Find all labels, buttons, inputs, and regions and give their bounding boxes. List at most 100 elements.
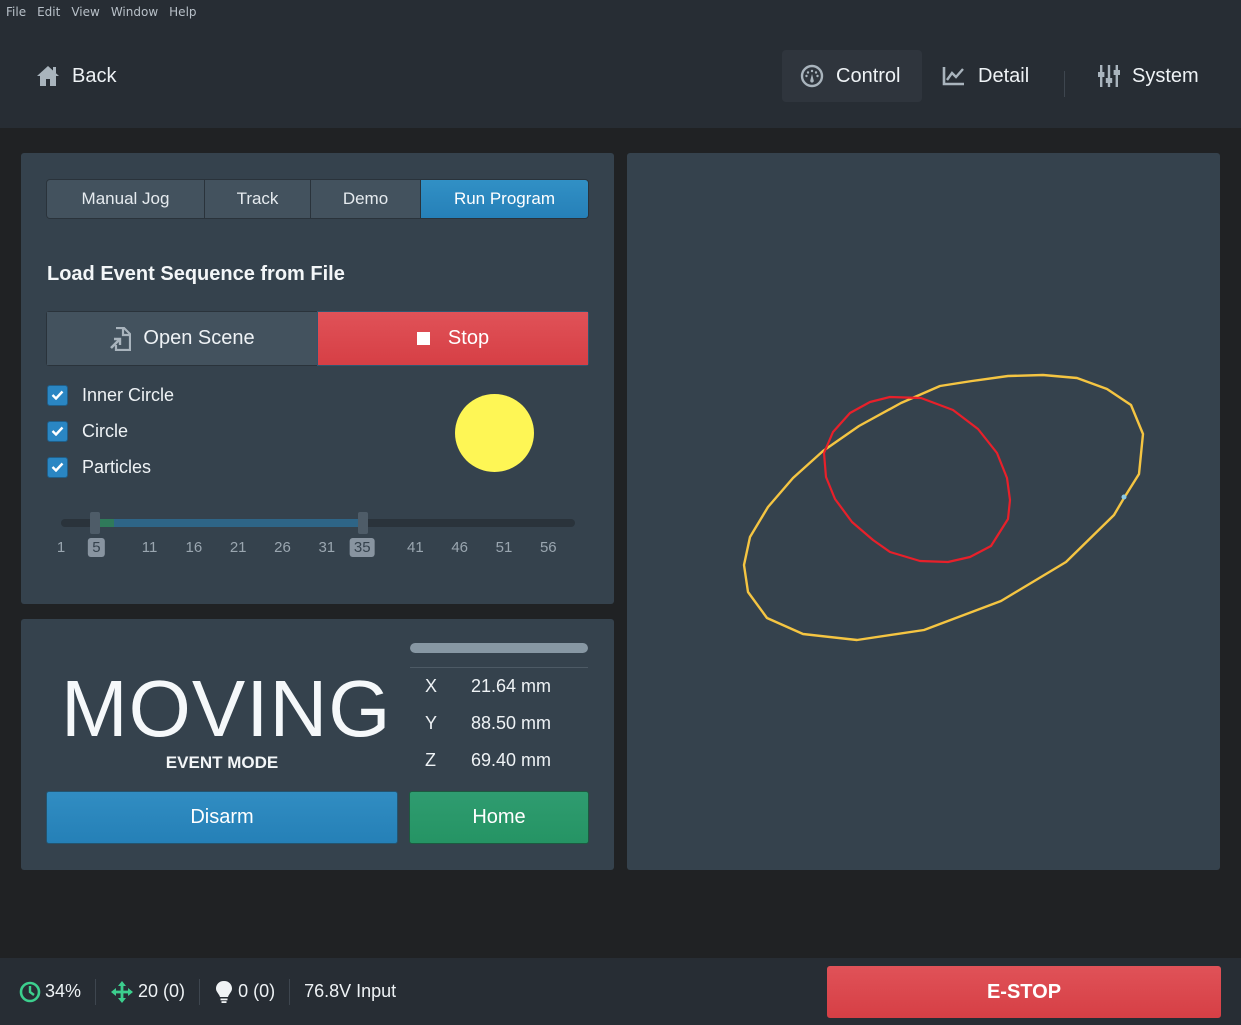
open-scene-button[interactable]: Open Scene <box>46 311 317 366</box>
menu-edit[interactable]: Edit <box>37 5 60 19</box>
nav-divider <box>1064 71 1065 97</box>
coord-row-x: X 21.64 mm <box>425 676 551 697</box>
layer-checklist: Inner Circle Circle Particles <box>47 377 174 485</box>
progress-fill <box>410 643 588 653</box>
slider-tick-label: 56 <box>539 539 557 556</box>
nav-tab-system-label: System <box>1132 64 1199 87</box>
slider-tick-label: 16 <box>185 539 203 556</box>
estop-button[interactable]: E-STOP <box>827 966 1221 1018</box>
program-panel: Manual Jog Track Demo Run Program Load E… <box>21 153 614 604</box>
circle-path <box>742 373 1145 642</box>
stop-button[interactable]: Stop <box>317 311 589 366</box>
move-arrows-icon <box>111 980 134 1003</box>
slider-tick-label: 51 <box>495 539 513 556</box>
menubar: File Edit View Window Help <box>0 0 1241 24</box>
footer-divider <box>95 978 97 1005</box>
checkmark-icon <box>51 462 64 472</box>
slider-tick-label: 11 <box>141 539 158 556</box>
stop-label: Stop <box>447 327 490 349</box>
nav-tab-control[interactable]: Control <box>782 50 922 102</box>
slider-tick-label: 1 <box>56 539 66 556</box>
coord-value: 88.50 mm <box>471 713 552 733</box>
path-viewer[interactable] <box>627 153 1220 870</box>
coord-value: 69.40 mm <box>471 750 552 770</box>
menu-view[interactable]: View <box>71 5 99 19</box>
coord-axis: Y <box>425 713 438 733</box>
slider-tick-label: 31 <box>318 539 336 556</box>
slider-track[interactable] <box>61 519 575 527</box>
file-import-icon <box>110 326 132 351</box>
tab-track[interactable]: Track <box>205 180 311 218</box>
voltage-stat: 76.8V Input <box>304 980 396 1004</box>
slider-handle-high[interactable] <box>358 512 369 534</box>
circle-label: Circle <box>82 420 129 441</box>
lightbulb-icon <box>216 980 233 1003</box>
header: Back Control Detail System <box>0 24 1241 128</box>
slider-tick-label: 46 <box>451 539 469 556</box>
layer-inner-circle[interactable]: Inner Circle <box>47 377 174 413</box>
footer-divider <box>289 978 291 1005</box>
machine-state: MOVING <box>61 664 392 753</box>
checkmark-icon <box>51 426 64 436</box>
open-scene-label: Open Scene <box>143 327 255 349</box>
back-button[interactable]: Back <box>36 60 116 92</box>
slider-tick-label: 35 <box>349 538 375 557</box>
menu-file[interactable]: File <box>6 5 26 19</box>
circle-checkbox[interactable] <box>47 420 68 442</box>
coord-axis: Z <box>425 750 436 770</box>
tab-manual-jog[interactable]: Manual Jog <box>47 180 205 218</box>
dashboard-gauge-icon <box>800 64 824 88</box>
layer-circle[interactable]: Circle <box>47 413 174 449</box>
slider-tick-label: 26 <box>274 539 291 556</box>
moves-value: 20 (0) <box>138 981 186 1001</box>
progress-bar <box>410 643 588 653</box>
menu-window[interactable]: Window <box>111 5 158 19</box>
section-title: Load Event Sequence from File <box>47 263 345 285</box>
line-chart-icon <box>942 67 964 86</box>
tab-demo[interactable]: Demo <box>311 180 421 218</box>
home-button[interactable]: Home <box>409 791 589 844</box>
particles-checkbox[interactable] <box>47 456 68 478</box>
inner-circle-path <box>822 395 1012 564</box>
menu-help[interactable]: Help <box>169 5 196 19</box>
nav-tab-detail[interactable]: Detail <box>924 50 1047 102</box>
slider-tick-label: 5 <box>88 538 105 557</box>
tool-position-cursor <box>1121 494 1127 500</box>
inner-circle-checkbox[interactable] <box>47 384 68 406</box>
lights-value: 0 (0) <box>238 981 276 1001</box>
nav-tab-control-label: Control <box>836 64 901 87</box>
status-panel: MOVING EVENT MODE X 21.64 mm Y 88.50 mm … <box>21 619 614 870</box>
sliders-icon <box>1098 65 1120 87</box>
slider-tick-label: 41 <box>407 539 424 556</box>
clock-icon <box>19 981 41 1002</box>
back-label: Back <box>72 64 117 87</box>
moves-stat: 20 (0) <box>110 980 185 1004</box>
coord-divider <box>410 667 588 668</box>
inner-circle-label: Inner Circle <box>82 384 175 405</box>
coord-row-y: Y 88.50 mm <box>425 713 551 734</box>
stop-square-icon <box>416 332 430 345</box>
slider-tick-label: 21 <box>229 539 247 556</box>
tab-run-program[interactable]: Run Program <box>421 180 588 218</box>
mode-tabs: Manual Jog Track Demo Run Program <box>46 179 589 219</box>
path-canvas <box>742 373 1145 642</box>
footer-divider <box>199 978 201 1005</box>
slider-handle-low[interactable] <box>90 512 101 534</box>
checkmark-icon <box>51 390 64 400</box>
coord-axis: X <box>425 676 438 696</box>
lights-stat: 0 (0) <box>214 980 275 1004</box>
slider-range-fill <box>96 519 363 527</box>
cpu-stat: 34% <box>19 980 81 1004</box>
scene-button-group: Open Scene Stop <box>46 311 589 366</box>
color-indicator <box>455 394 534 472</box>
nav-tab-system[interactable]: System <box>1080 50 1217 102</box>
coord-value: 21.64 mm <box>471 676 552 696</box>
particles-label: Particles <box>82 456 152 477</box>
coord-row-z: Z 69.40 mm <box>425 750 551 771</box>
disarm-button[interactable]: Disarm <box>46 791 398 844</box>
nav-tab-detail-label: Detail <box>978 64 1030 87</box>
layer-particles[interactable]: Particles <box>47 449 174 485</box>
machine-mode: EVENT MODE <box>165 753 279 772</box>
home-icon <box>37 66 59 86</box>
cpu-value: 34% <box>45 981 82 1001</box>
